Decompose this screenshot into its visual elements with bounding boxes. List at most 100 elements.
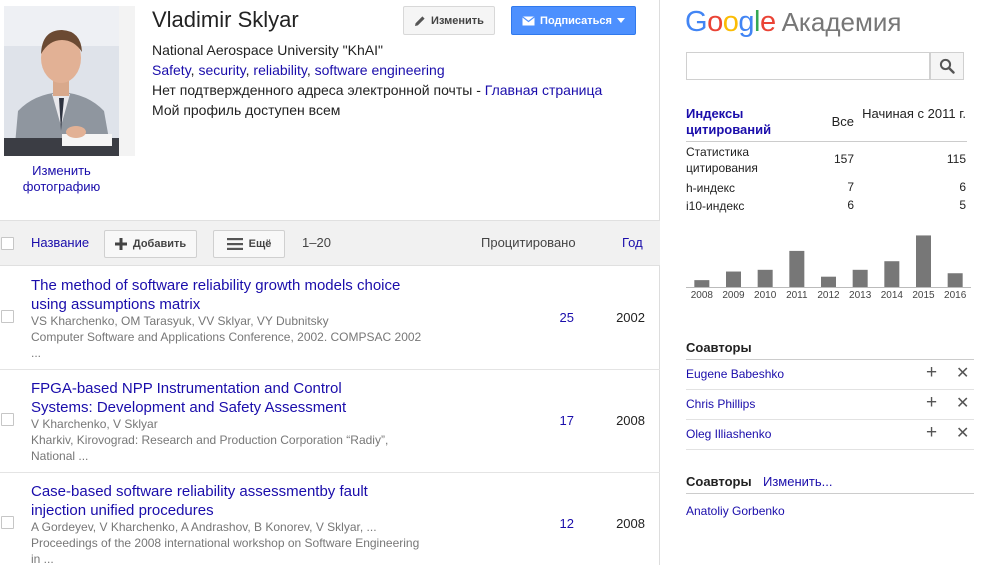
- google-wordmark: Google: [685, 6, 776, 38]
- col-all: Все: [831, 114, 854, 129]
- profile-photo[interactable]: [4, 6, 119, 156]
- coauthor-name[interactable]: Eugene Babeshko: [686, 367, 784, 381]
- coauthor-item: Oleg Illiashenko + ✕: [686, 420, 974, 450]
- articles-toolbar: Название Добавить Ещё 1–20 Процитировано…: [0, 220, 660, 266]
- menu-icon: [226, 238, 243, 250]
- citation-row-since: 6: [959, 180, 966, 194]
- chart-bar-2012[interactable]: [821, 276, 836, 287]
- chart-bar-2014[interactable]: [884, 261, 900, 287]
- citations-per-year-chart: 2008 2009 2010 2011 2012 2013 2014 2015 2016: [686, 235, 971, 301]
- email-status: Нет подтвержденного адреса электронной п…: [152, 82, 603, 98]
- coauthor-name[interactable]: Oleg Illiashenko: [686, 427, 771, 441]
- email-status-text: Нет подтвержденного адреса электронной п…: [152, 82, 473, 98]
- follow-button[interactable]: Подписаться: [511, 6, 636, 35]
- chart-bar-2008[interactable]: [694, 280, 710, 287]
- citation-metrics-table: Индексы цитирований Все Начиная с 2011 г…: [686, 104, 967, 216]
- interest-link[interactable]: reliability: [253, 62, 306, 78]
- affiliation: National Aerospace University "KhAI": [152, 42, 383, 58]
- citation-table-header: Индексы цитирований Все Начиная с 2011 г…: [686, 104, 967, 142]
- chart-bar-2015[interactable]: [916, 235, 931, 287]
- citation-row: Статистика цитирования 157 115: [686, 142, 967, 180]
- close-icon[interactable]: ✕: [956, 424, 969, 444]
- research-interests: Safety, security, reliability, software …: [152, 62, 445, 78]
- coauthor-name[interactable]: Chris Phillips: [686, 397, 755, 411]
- add-button[interactable]: Добавить: [104, 230, 197, 258]
- interest-link[interactable]: software engineering: [315, 62, 445, 78]
- change-photo-link[interactable]: Изменить фотографию: [4, 163, 119, 195]
- sort-by-year[interactable]: Год: [622, 235, 643, 250]
- select-all-checkbox[interactable]: [1, 237, 14, 250]
- citation-row-label: Статистика цитирования: [686, 145, 758, 175]
- cited-count[interactable]: 12: [540, 516, 574, 531]
- pagination-range: 1–20: [302, 235, 331, 250]
- article-venue: Kharkiv, Kirovograd: Research and Produc…: [31, 433, 389, 463]
- article-title[interactable]: FPGA-based NPP Instrumentation and Contr…: [31, 379, 401, 417]
- row-checkbox[interactable]: [1, 516, 14, 529]
- cited-count[interactable]: 25: [540, 310, 574, 325]
- plus-icon: [114, 238, 127, 250]
- edit-profile-label: Изменить: [431, 14, 484, 27]
- pencil-icon: [415, 15, 425, 26]
- interest-link[interactable]: Safety: [152, 62, 191, 78]
- interest-link[interactable]: security: [198, 62, 245, 78]
- citation-indexes-heading[interactable]: Индексы цитирований: [686, 106, 796, 138]
- search-input[interactable]: [686, 52, 930, 80]
- citation-row-since: 5: [959, 198, 966, 212]
- coauthor-item: Chris Phillips + ✕: [686, 390, 974, 420]
- chart-bar-2013[interactable]: [852, 269, 868, 287]
- more-button-label: Ещё: [248, 238, 272, 250]
- row-checkbox[interactable]: [1, 413, 14, 426]
- more-button[interactable]: Ещё: [213, 230, 285, 258]
- article-authors: VS Kharchenko, OM Tarasyuk, VV Sklyar, V…: [31, 314, 329, 328]
- sort-by-title[interactable]: Название: [31, 235, 89, 250]
- row-checkbox[interactable]: [1, 310, 14, 323]
- article-venue: Computer Software and Applications Confe…: [31, 330, 422, 360]
- search-icon: [939, 58, 955, 74]
- cited-by-header: Процитировано: [481, 235, 576, 250]
- homepage-link[interactable]: Главная страница: [485, 82, 603, 98]
- chart-bar-2011[interactable]: [789, 250, 805, 287]
- logo-letter: o: [707, 6, 723, 38]
- profile-name: Vladimir Sklyar: [152, 7, 299, 32]
- citation-row-all: 6: [847, 198, 854, 212]
- logo-letter: e: [759, 6, 776, 38]
- google-scholar-logo[interactable]: Google Академия: [685, 6, 901, 39]
- chart-tick-label: 2008: [691, 290, 714, 301]
- coauthors-heading-2: Соавторы: [686, 474, 752, 489]
- coauthor-name[interactable]: Anatoliy Gorbenko: [686, 504, 785, 518]
- article-year: 2008: [616, 516, 645, 531]
- close-icon[interactable]: ✕: [956, 394, 969, 414]
- add-coauthor-icon[interactable]: +: [926, 393, 937, 413]
- table-row: The method of software reliability growt…: [0, 267, 660, 370]
- coauthors-heading: Соавторы: [686, 340, 752, 355]
- search-button[interactable]: [930, 52, 964, 80]
- chart-bar-2016[interactable]: [947, 273, 963, 287]
- citation-row-all: 157: [833, 152, 854, 166]
- logo-letter: g: [738, 6, 754, 38]
- citation-row: h-индекс 7 6: [686, 180, 967, 198]
- chart-tick-label: 2014: [881, 290, 904, 301]
- close-icon[interactable]: ✕: [956, 364, 969, 384]
- article-authors: V Kharchenko, V Sklyar: [31, 417, 158, 431]
- person-photo-graphic: [4, 6, 119, 156]
- article-title[interactable]: The method of software reliability growt…: [31, 276, 401, 314]
- add-coauthor-icon[interactable]: +: [926, 363, 937, 383]
- chart-bar-2010[interactable]: [757, 269, 773, 287]
- edit-profile-button[interactable]: Изменить: [403, 6, 495, 35]
- profile-panel: Изменить фотографию Vladimir Sklyar Изме…: [0, 0, 660, 565]
- chart-tick-label: 2009: [722, 290, 745, 301]
- photo-frame: [119, 6, 135, 156]
- citation-row-all: 7: [847, 180, 854, 194]
- cited-count[interactable]: 17: [540, 413, 574, 428]
- citation-row-since: 115: [946, 152, 966, 166]
- coauthor-item: Eugene Babeshko + ✕: [686, 360, 974, 390]
- article-title[interactable]: Case-based software reliability assessme…: [31, 482, 401, 520]
- table-row: FPGA-based NPP Instrumentation and Contr…: [0, 370, 660, 473]
- add-coauthor-icon[interactable]: +: [926, 423, 937, 443]
- edit-coauthors-link[interactable]: Изменить...: [763, 474, 832, 489]
- sidebar: Google Академия Индексы цитирований Все Н…: [661, 0, 981, 565]
- article-venue: Proceedings of the 2008 international wo…: [31, 536, 420, 565]
- chart-bar-2009[interactable]: [726, 271, 741, 287]
- col-since: Начиная с 2011 г.: [862, 106, 966, 121]
- profile-visibility: Мой профиль доступен всем: [152, 102, 341, 118]
